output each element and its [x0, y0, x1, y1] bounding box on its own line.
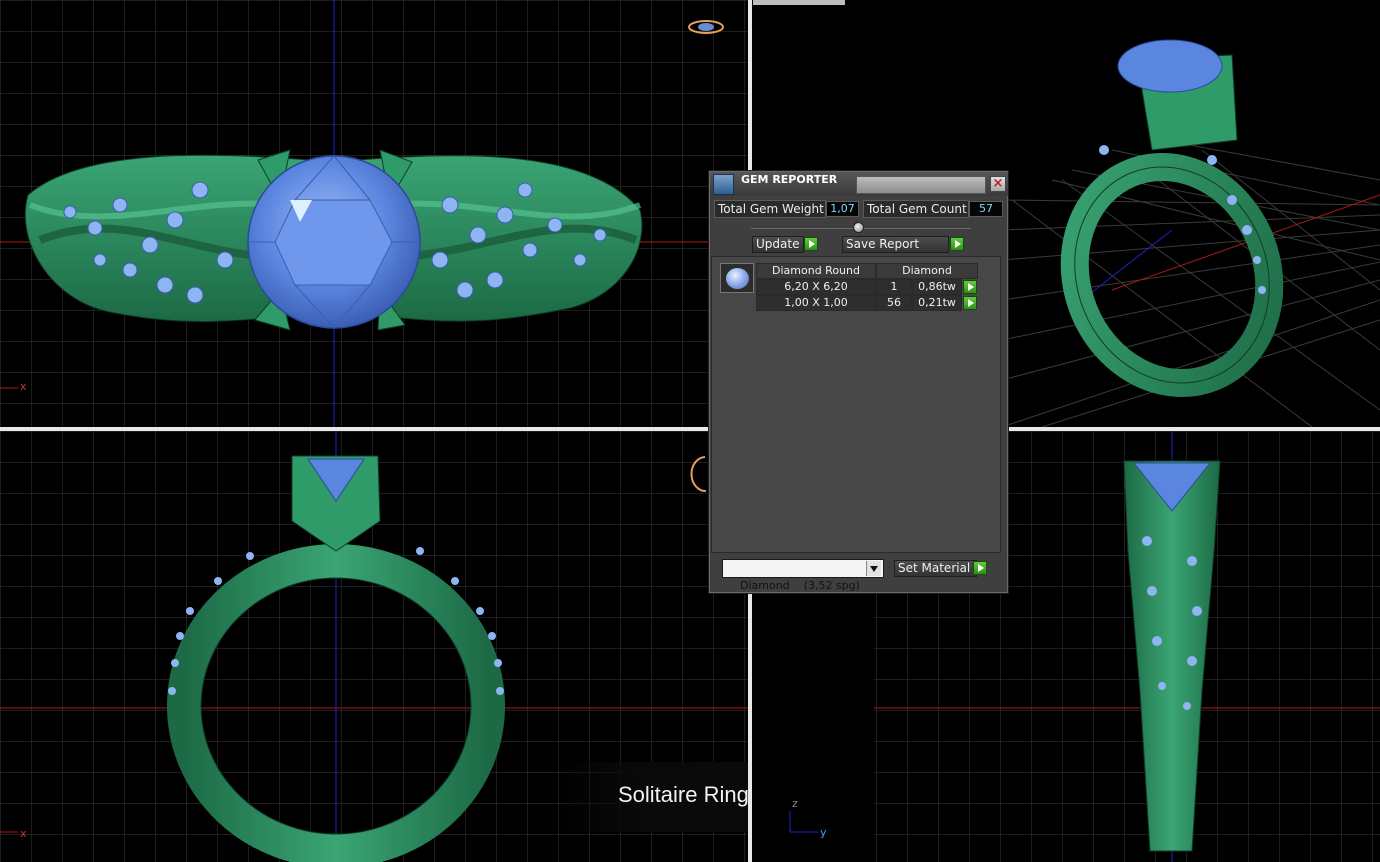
play-arrow-icon[interactable]	[973, 561, 987, 575]
gem-thumbnail-icon[interactable]	[720, 263, 754, 293]
gem-reporter-icon	[713, 174, 734, 195]
gem-shape-header: Diamond Round	[756, 263, 876, 279]
axis-x-label: x	[20, 380, 27, 393]
total-gem-weight-value: 1,07	[826, 201, 859, 217]
dropdown-arrow-icon[interactable]	[866, 561, 881, 576]
play-arrow-icon[interactable]	[963, 296, 977, 310]
save-report-button[interactable]: Save Report	[842, 236, 949, 253]
total-gem-count-label: Total Gem Count	[863, 200, 969, 218]
material-select-value: Diamond (3,52 spg)	[740, 579, 860, 592]
total-gem-count-value: 57	[969, 201, 1003, 217]
gem-row-size[interactable]: 1,00 X 1,00	[756, 295, 876, 311]
caption-text: Solitaire Ring	[618, 782, 749, 807]
gem-reporter-title: GEM REPORTER	[741, 173, 838, 186]
total-gem-weight-label: Total Gem Weight	[714, 200, 826, 218]
titlebar-drag-area[interactable]	[856, 176, 986, 194]
axis-x-label-bottom: x	[20, 827, 27, 840]
play-arrow-icon[interactable]	[950, 237, 964, 251]
material-select[interactable]: Diamond (3,52 spg)	[722, 559, 884, 592]
slider-knob-icon[interactable]	[853, 222, 864, 233]
viewport-tab[interactable]	[753, 0, 845, 5]
update-button[interactable]: Update	[752, 236, 804, 253]
axis-y-label: y	[820, 826, 827, 839]
play-arrow-icon[interactable]	[804, 237, 818, 251]
axis-z-label: z	[792, 797, 798, 810]
gem-row-count[interactable]: 56	[876, 295, 912, 311]
gem-reporter-panel: GEM REPORTER × Total Gem Weight 1,07 Tot…	[708, 170, 1009, 594]
gem-list[interactable]: Diamond Round Diamond 6,20 X 6,20 1 0,86…	[711, 256, 1001, 553]
play-arrow-icon[interactable]	[963, 280, 977, 294]
gem-row-count[interactable]: 1	[876, 279, 912, 295]
ring-front-model	[24, 149, 643, 331]
gem-material-header: Diamond	[876, 263, 978, 279]
gem-row-size[interactable]: 6,20 X 6,20	[756, 279, 876, 295]
viewport-divider-horizontal[interactable]	[0, 427, 1380, 431]
viewport-front-canvas	[0, 0, 748, 427]
close-icon[interactable]: ×	[990, 176, 1006, 192]
gem-row-weight[interactable]: 0,86tw	[912, 279, 962, 295]
viewport-front[interactable]: x	[0, 0, 748, 427]
gem-reporter-titlebar[interactable]: GEM REPORTER ×	[710, 172, 1008, 196]
gem-row-weight[interactable]: 0,21tw	[912, 295, 962, 311]
set-material-button[interactable]: Set Material	[894, 560, 977, 577]
